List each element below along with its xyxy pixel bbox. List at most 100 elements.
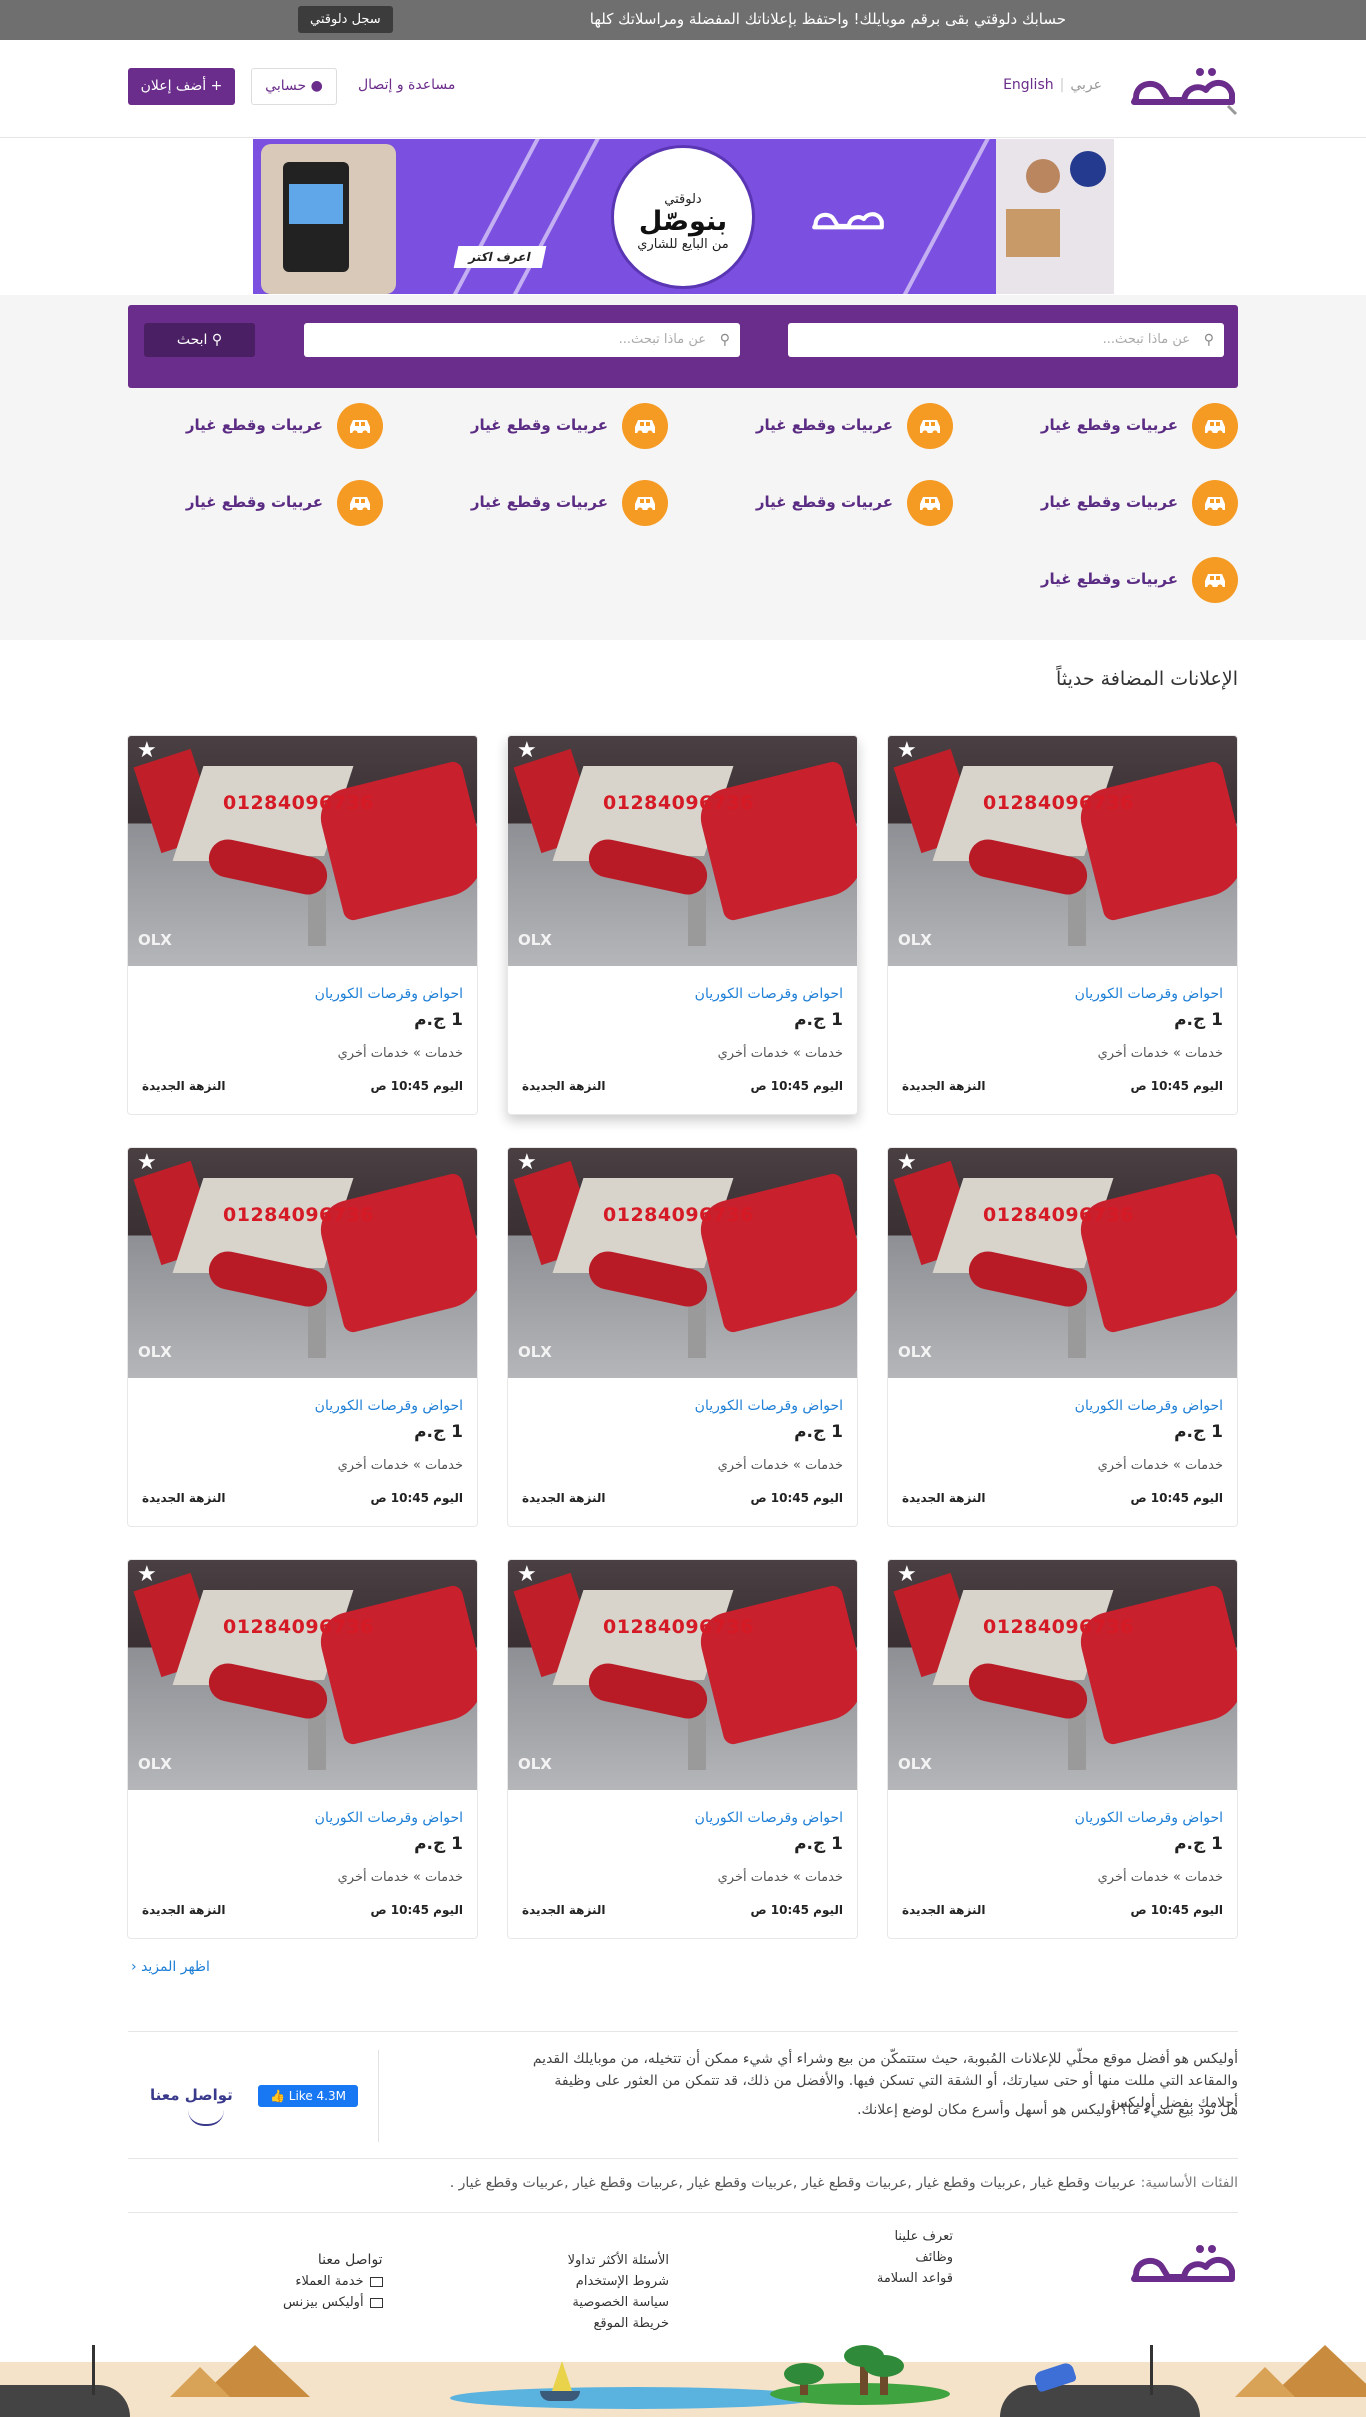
category-item[interactable]: عربيات وقطع غيار [703,480,953,526]
facebook-like-count: Like 4.3M [288,2089,346,2103]
ad-location: النزهة الجديدة [902,1491,986,1505]
ad-price: 1 ج.م [1174,1834,1223,1854]
footer-column-help: الأسئلة الأكثر تداولا شروط الإستخدام سيا… [568,2250,669,2334]
ad-location: النزهة الجديدة [522,1491,606,1505]
footer-link-business[interactable]: أوليكس بيزنس [283,2292,383,2313]
ad-card[interactable]: 01284096736 OLX ★ احواض وقرصات الكوريان 1 ج.… [887,1147,1238,1527]
favorite-star-icon[interactable]: ★ [517,1564,537,1586]
lang-arabic-link[interactable]: عربي [1070,77,1102,93]
category-label: عربيات وقطع غيار [470,416,608,434]
search-button[interactable]: ⚲ ابحث [144,323,255,357]
footer-link-jobs[interactable]: وظائف [877,2247,953,2268]
category-label: عربيات وقطع غيار [470,493,608,511]
ad-date: اليوم 10:45 ص [1130,1491,1223,1505]
footer-link-safety[interactable]: قواعد السلامة [877,2268,953,2289]
favorite-star-icon[interactable]: ★ [897,1152,917,1174]
ad-image[interactable]: 01284096736 OLX [128,736,477,966]
help-contact-link[interactable]: مساعدة و إتصال [358,77,455,93]
footer-link-faq[interactable]: الأسئلة الأكثر تداولا [568,2250,669,2271]
car-icon [1192,480,1238,526]
ad-image[interactable]: 01284096736 OLX [508,1148,857,1378]
ad-title[interactable]: احواض وقرصات الكوريان [315,1398,463,1414]
ad-image[interactable]: 01284096736 OLX [128,1560,477,1790]
ad-image[interactable]: 01284096736 OLX [888,1148,1237,1378]
footer-link-about[interactable]: تعرف علينا [877,2226,953,2247]
ad-image[interactable]: 01284096736 OLX [508,1560,857,1790]
ad-card[interactable]: 01284096736 OLX ★ احواض وقرصات الكوريان 1 ج.… [887,735,1238,1115]
category-item[interactable]: عربيات وقطع غيار [988,557,1238,603]
ad-card[interactable]: 01284096736 OLX ★ احواض وقرصات الكوريان 1 ج.… [887,1559,1238,1939]
car-icon [622,480,668,526]
ad-card[interactable]: 01284096736 OLX ★ احواض وقرصات الكوريان 1 ج.… [507,1147,858,1527]
category-item[interactable]: عربيات وقطع غيار [988,480,1238,526]
ad-card[interactable]: 01284096736 OLX ★ احواض وقرصات الكوريان 1 ج.… [507,1559,858,1939]
facebook-like-button[interactable]: 👍 Like 4.3M [258,2085,358,2107]
favorite-star-icon[interactable]: ★ [137,1564,157,1586]
ad-image[interactable]: 01284096736 OLX [128,1148,477,1378]
ad-card[interactable]: 01284096736 OLX ★ احواض وقرصات الكوريان 1 ج.… [127,735,478,1115]
curved-arrow-icon [188,2110,224,2126]
show-more-link[interactable]: اظهر المزيد ‹ [131,1959,210,1975]
favorite-star-icon[interactable]: ★ [137,1152,157,1174]
favorite-star-icon[interactable]: ★ [897,740,917,762]
category-item[interactable]: عربيات وقطع غيار [133,480,383,526]
my-account-button[interactable]: ● حسابي [251,68,337,105]
ad-date: اليوم 10:45 ص [1130,1079,1223,1093]
ad-card[interactable]: 01284096736 OLX ★ احواض وقرصات الكوريان 1 ج.… [127,1559,478,1939]
image-watermark: 01284096736 [603,792,754,814]
ad-title[interactable]: احواض وقرصات الكوريان [695,1398,843,1414]
business-label: أوليكس بيزنس [283,2295,364,2310]
ad-title[interactable]: احواض وقرصات الكوريان [1075,986,1223,1002]
ad-title[interactable]: احواض وقرصات الكوريان [695,986,843,1002]
ad-image[interactable]: 01284096736 OLX [888,736,1237,966]
olx-watermark-logo: OLX [898,1755,932,1773]
ad-card[interactable]: 01284096736 OLX ★ احواض وقرصات الكوريان 1 ج.… [507,735,858,1115]
add-ad-button[interactable]: + أضف إعلان [128,68,235,105]
ad-image[interactable]: 01284096736 OLX [508,736,857,966]
favorite-star-icon[interactable]: ★ [517,740,537,762]
ad-category-path: خدمات » خدمات أخري [1097,1458,1223,1473]
search-input-secondary[interactable]: ⚲ عن ماذا تبحث... [304,323,740,357]
banner-line2: بنوصّل [638,206,728,237]
olx-watermark-logo: OLX [898,1343,932,1361]
category-item[interactable]: عربيات وقطع غيار [418,480,668,526]
category-item[interactable]: عربيات وقطع غيار [133,403,383,449]
street-lamp-icon [1150,2345,1153,2395]
street-lamp-icon [92,2345,95,2395]
learn-more-button[interactable]: اعرف اكتر [453,246,547,268]
search-input-primary[interactable]: ⚲ عن ماذا تبحث... [788,323,1224,357]
footer-logo[interactable] [1128,2235,1238,2293]
footer-link-customer-service[interactable]: خدمة العملاء [283,2271,383,2292]
banner-circle: دلوقتي بنوصّل من البايع للشاري [611,145,755,289]
footer-link-terms[interactable]: شروط الإستخدام [568,2271,669,2292]
category-item[interactable]: عربيات وقطع غيار [703,403,953,449]
ad-card[interactable]: 01284096736 OLX ★ احواض وقرصات الكوريان 1 ج.… [127,1147,478,1527]
footer-column-contact: تواصل معنا خدمة العملاء أوليكس بيزنس [283,2250,383,2313]
ad-location: النزهة الجديدة [142,1903,226,1917]
footer-link-privacy[interactable]: سياسة الخصوصية [568,2292,669,2313]
olx-watermark-logo: OLX [518,1343,552,1361]
promo-banner[interactable]: دلوقتي بنوصّل من البايع للشاري اعرف اكتر [253,139,1114,294]
lang-english-link[interactable]: English [1003,77,1054,93]
ad-title[interactable]: احواض وقرصات الكوريان [1075,1398,1223,1414]
category-item[interactable]: عربيات وقطع غيار [988,403,1238,449]
ad-title[interactable]: احواض وقرصات الكوريان [695,1810,843,1826]
favorite-star-icon[interactable]: ★ [897,1564,917,1586]
footer-link-sitemap[interactable]: خريطة الموقع [568,2313,669,2334]
ad-title[interactable]: احواض وقرصات الكوريان [315,1810,463,1826]
ad-title[interactable]: احواض وقرصات الكوريان [315,986,463,1002]
register-now-button[interactable]: سجل دلوقتي [298,6,393,33]
ad-title[interactable]: احواض وقرصات الكوريان [1075,1810,1223,1826]
category-item[interactable]: عربيات وقطع غيار [418,403,668,449]
favorite-star-icon[interactable]: ★ [137,740,157,762]
thumbs-up-icon: 👍 [270,2089,289,2103]
main-categories-list[interactable]: عربيات وقطع غيار ,عربيات وقطع غيار ,عربي… [450,2175,1136,2191]
ad-category-path: خدمات » خدمات أخري [1097,1046,1223,1061]
favorite-star-icon[interactable]: ★ [517,1152,537,1174]
site-logo[interactable] [1128,58,1238,116]
top-notification-bar: حسابك دلوقتي بقى برقم موبايلك! واحتفظ بإ… [0,0,1366,40]
banner-stripe [441,139,549,294]
recent-ads-title: الإعلانات المضافة حديثاً [1056,668,1238,690]
ad-image[interactable]: 01284096736 OLX [888,1560,1237,1790]
image-watermark: 01284096736 [983,792,1134,814]
